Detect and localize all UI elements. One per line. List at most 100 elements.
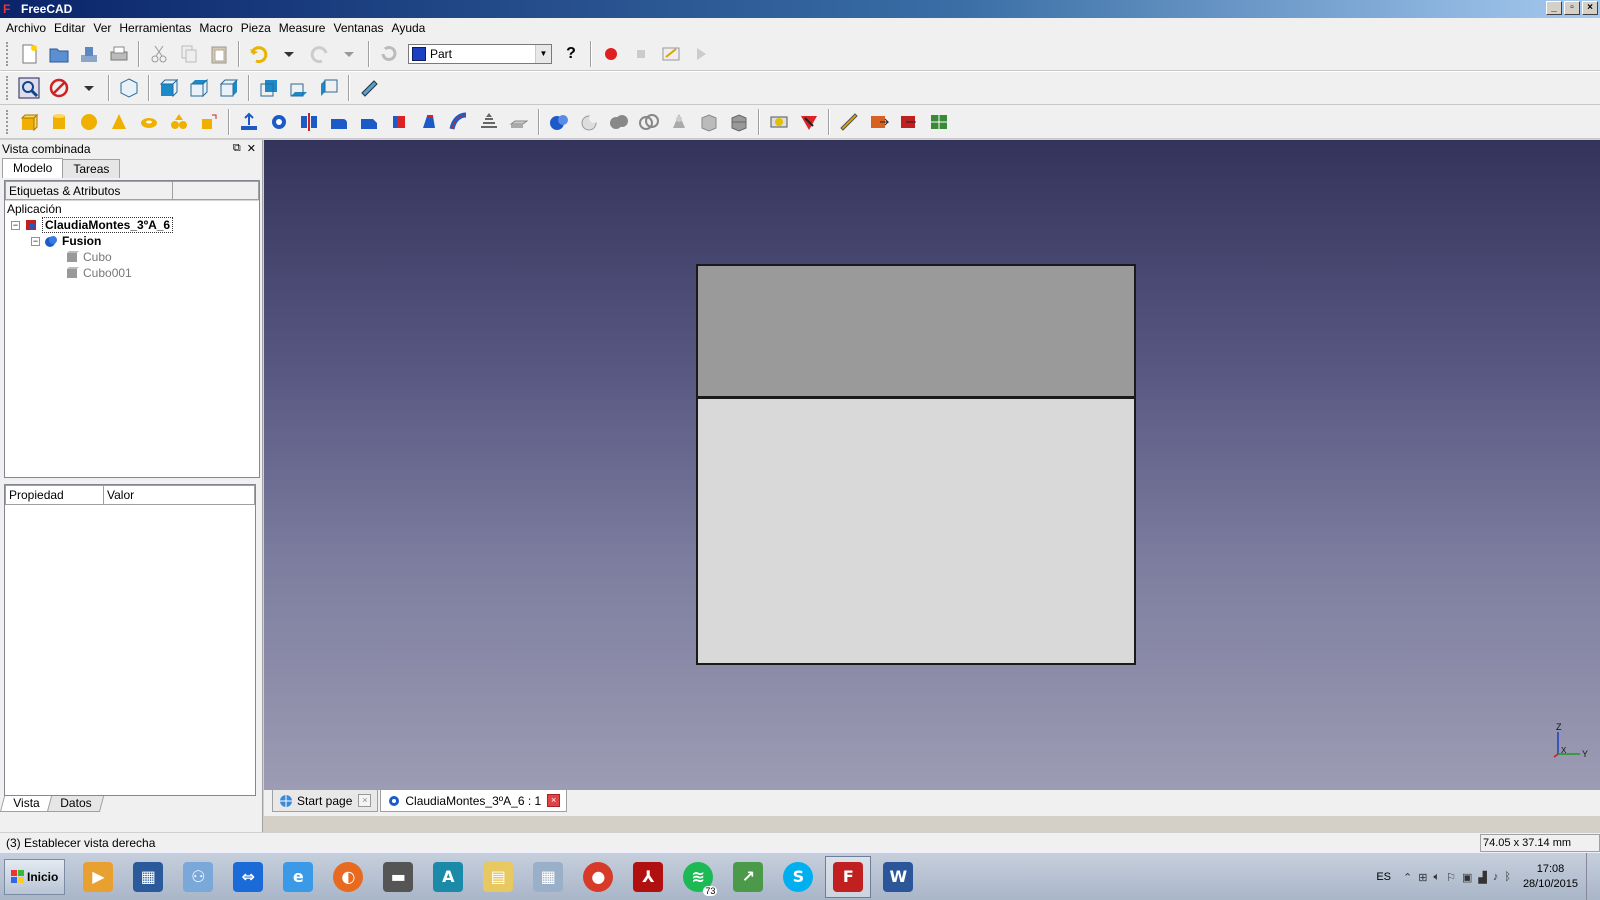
cube-bottom-face[interactable] bbox=[696, 399, 1136, 665]
internet-explorer-app[interactable]: e bbox=[275, 856, 321, 898]
tab-datos[interactable]: Datos bbox=[47, 796, 105, 812]
tree-item-document[interactable]: − ClaudiaMontes_3ºA_6 bbox=[5, 217, 259, 233]
box-primitive-icon[interactable] bbox=[17, 110, 41, 134]
spotify-app[interactable]: ≋ 73 bbox=[675, 856, 721, 898]
menu-measure[interactable]: Measure bbox=[275, 21, 330, 35]
acrobat-app[interactable]: ⅄ bbox=[625, 856, 671, 898]
fusion-icon[interactable] bbox=[607, 110, 631, 134]
close-panel-icon[interactable]: ✕ bbox=[247, 142, 256, 155]
close-tab-icon[interactable]: × bbox=[358, 794, 372, 807]
start-button[interactable]: Inicio bbox=[4, 858, 66, 895]
close-tab-icon[interactable]: × bbox=[547, 794, 561, 807]
fillet-icon[interactable] bbox=[327, 110, 351, 134]
tab-tareas[interactable]: Tareas bbox=[62, 159, 121, 178]
shape-builder-icon[interactable] bbox=[197, 110, 221, 134]
fit-all-icon[interactable] bbox=[17, 76, 41, 100]
chevron-down-icon[interactable]: ▼ bbox=[535, 45, 551, 63]
measure-ruler-icon[interactable] bbox=[357, 76, 381, 100]
common-icon[interactable] bbox=[637, 110, 661, 134]
workbench-selector[interactable]: Part ▼ bbox=[408, 44, 552, 64]
sweep-icon[interactable] bbox=[447, 110, 471, 134]
print-icon[interactable] bbox=[107, 42, 131, 66]
import-step-icon[interactable] bbox=[897, 110, 921, 134]
right-view-icon[interactable] bbox=[217, 76, 241, 100]
redo-dropdown-icon[interactable] bbox=[337, 42, 361, 66]
whats-this-help-icon[interactable]: ? bbox=[559, 42, 583, 66]
top-view-icon[interactable] bbox=[187, 76, 211, 100]
volume-icon[interactable]: 🔈︎ bbox=[1433, 871, 1440, 884]
revolve-icon[interactable] bbox=[267, 110, 291, 134]
clock[interactable]: 17:08 28/10/2015 bbox=[1523, 862, 1578, 892]
save-icon[interactable] bbox=[77, 42, 101, 66]
new-document-icon[interactable] bbox=[17, 42, 41, 66]
tab-modelo[interactable]: Modelo bbox=[2, 158, 64, 178]
section-icon[interactable] bbox=[667, 110, 691, 134]
value-column-header[interactable]: Valor bbox=[104, 485, 255, 505]
teamviewer-app[interactable]: ⇔ bbox=[225, 856, 271, 898]
sphere-primitive-icon[interactable] bbox=[77, 110, 101, 134]
arduino-app[interactable]: A bbox=[425, 856, 471, 898]
collapse-icon[interactable]: − bbox=[31, 236, 40, 246]
windows-flag-icon[interactable]: ⊞ bbox=[1418, 871, 1427, 884]
menu-macro[interactable]: Macro bbox=[195, 21, 236, 35]
tree-item-fusion[interactable]: − Fusion bbox=[5, 233, 259, 249]
ruled-surface-icon[interactable] bbox=[387, 110, 411, 134]
record-macro-icon[interactable] bbox=[599, 42, 623, 66]
menu-ver[interactable]: Ver bbox=[89, 21, 115, 35]
menu-editar[interactable]: Editar bbox=[50, 21, 89, 35]
export-step-icon[interactable] bbox=[867, 110, 891, 134]
loft-icon[interactable] bbox=[417, 110, 441, 134]
language-indicator[interactable]: ES bbox=[1376, 871, 1391, 883]
shape-from-mesh-icon[interactable] bbox=[927, 110, 951, 134]
cut-icon[interactable] bbox=[147, 42, 171, 66]
network-signal-icon[interactable]: ▟ bbox=[1478, 871, 1486, 884]
menu-pieza[interactable]: Pieza bbox=[237, 21, 275, 35]
create-sketch-icon[interactable] bbox=[837, 110, 861, 134]
menu-ayuda[interactable]: Ayuda bbox=[388, 21, 430, 35]
freecad-app[interactable]: F bbox=[825, 855, 872, 898]
draw-style-icon[interactable] bbox=[47, 76, 71, 100]
float-panel-icon[interactable]: ⧉ bbox=[233, 142, 241, 155]
toolbar-grip[interactable] bbox=[6, 109, 10, 134]
bluetooth-icon[interactable]: ᛒ bbox=[1504, 871, 1511, 884]
3d-viewport[interactable]: Z X Y bbox=[264, 140, 1600, 790]
torus-primitive-icon[interactable] bbox=[137, 110, 161, 134]
toolbox-app[interactable]: ▦ bbox=[125, 856, 171, 898]
defeaturing-icon[interactable] bbox=[797, 110, 821, 134]
cross-sections-icon[interactable] bbox=[697, 110, 721, 134]
show-desktop-button[interactable] bbox=[1586, 853, 1600, 900]
tree-item-cubo[interactable]: Cubo bbox=[5, 249, 259, 265]
collapse-icon[interactable]: − bbox=[11, 220, 20, 230]
chrome-app[interactable]: ● bbox=[575, 856, 621, 898]
document-name[interactable]: ClaudiaMontes_3ºA_6 bbox=[42, 217, 174, 233]
close-button[interactable]: × bbox=[1582, 1, 1598, 15]
left-view-icon[interactable] bbox=[317, 76, 341, 100]
run-macro-icon[interactable] bbox=[689, 42, 713, 66]
stop-macro-icon[interactable] bbox=[629, 42, 653, 66]
offset-icon[interactable] bbox=[477, 110, 501, 134]
front-view-icon[interactable] bbox=[157, 76, 181, 100]
show-hidden-icons-icon[interactable]: ⌃ bbox=[1403, 871, 1412, 884]
isometric-view-icon[interactable] bbox=[117, 76, 141, 100]
menu-ventanas[interactable]: Ventanas bbox=[329, 21, 387, 35]
rear-view-icon[interactable] bbox=[257, 76, 281, 100]
calculator-app[interactable]: ▦ bbox=[525, 856, 571, 898]
compound-tools-icon[interactable] bbox=[727, 110, 751, 134]
cylinder-primitive-icon[interactable] bbox=[47, 110, 71, 134]
check-geometry-icon[interactable] bbox=[767, 110, 791, 134]
toolbar-grip[interactable] bbox=[6, 42, 10, 66]
undo-icon[interactable] bbox=[247, 42, 271, 66]
paste-icon[interactable] bbox=[207, 42, 231, 66]
thickness-icon[interactable] bbox=[507, 110, 531, 134]
usb-device-icon[interactable]: ▣ bbox=[1462, 871, 1472, 884]
tree-header-labels[interactable]: Etiquetas & Atributos bbox=[5, 181, 173, 200]
skype-app[interactable]: S bbox=[775, 856, 821, 898]
scanner-app[interactable]: ▬ bbox=[375, 856, 421, 898]
media-player-app[interactable]: ▶ bbox=[75, 856, 121, 898]
chart-app[interactable]: ↗ bbox=[725, 856, 771, 898]
menu-herramientas[interactable]: Herramientas bbox=[115, 21, 195, 35]
chamfer-icon[interactable] bbox=[357, 110, 381, 134]
cone-primitive-icon[interactable] bbox=[107, 110, 131, 134]
minimize-button[interactable]: _ bbox=[1546, 1, 1562, 15]
edit-macro-icon[interactable] bbox=[659, 42, 683, 66]
